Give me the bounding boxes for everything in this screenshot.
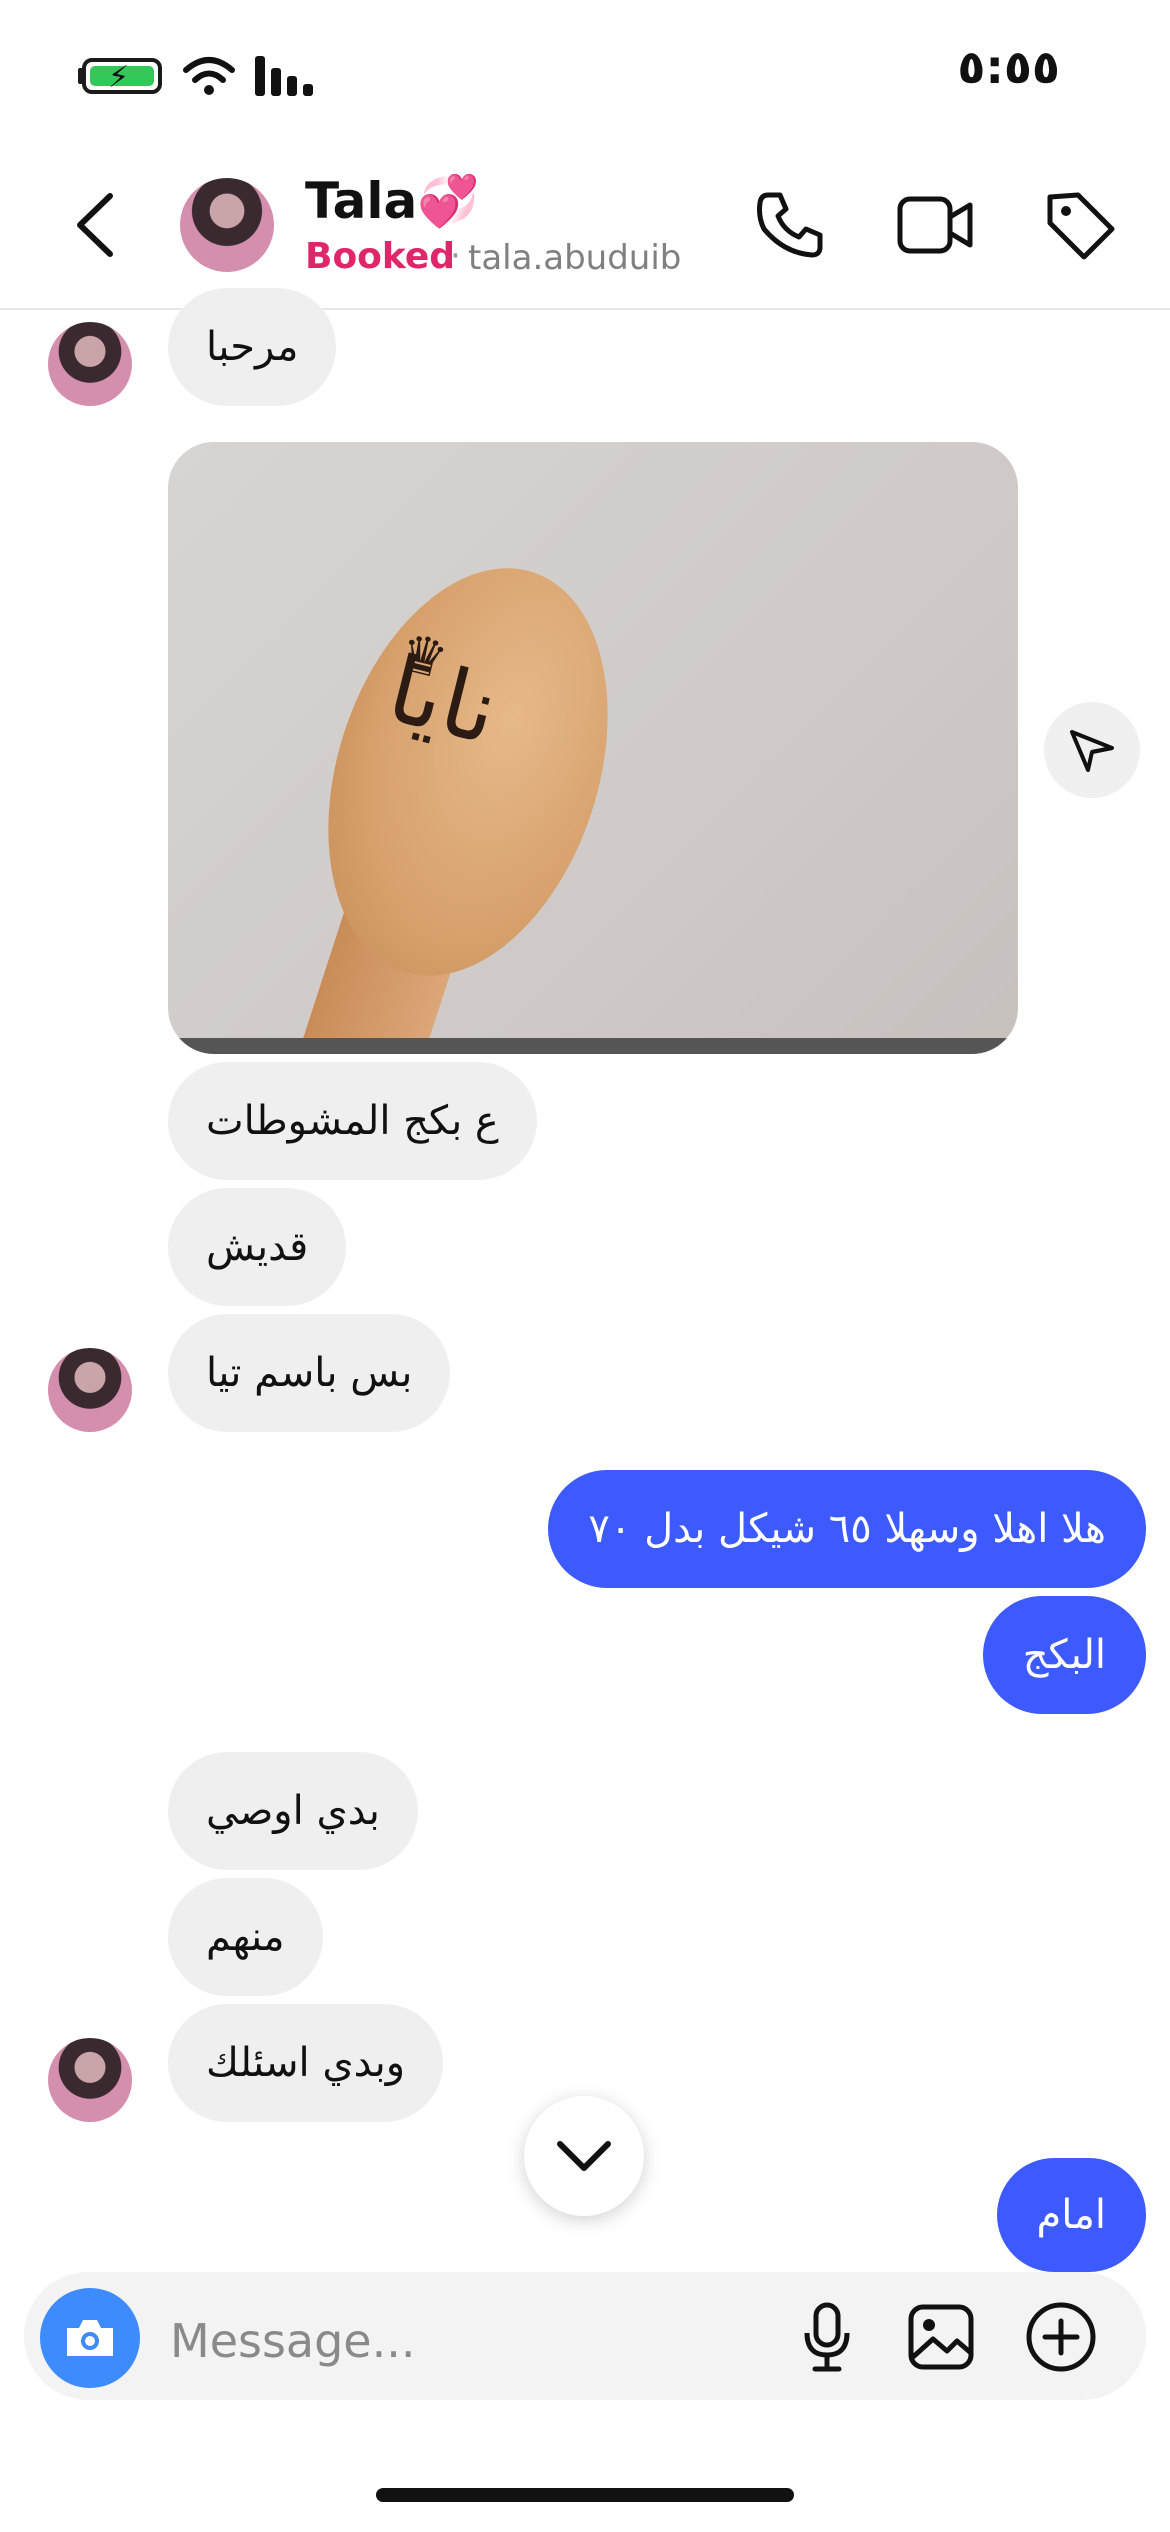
message-bubble-outgoing[interactable]: هلا اهلا وسهلا ٦٥ شيكل بدل ٧٠ bbox=[548, 1470, 1146, 1588]
booked-label: Booked bbox=[305, 236, 456, 277]
plus-circle-icon bbox=[1026, 2302, 1096, 2372]
sender-avatar[interactable] bbox=[48, 322, 132, 406]
phone-icon bbox=[757, 192, 823, 258]
message-input[interactable] bbox=[168, 2300, 772, 2382]
status-time: ٥:٥٥ bbox=[957, 40, 1060, 94]
message-bubble-outgoing[interactable]: البكج bbox=[982, 1596, 1146, 1714]
gallery-button[interactable] bbox=[896, 2292, 986, 2382]
status-bar: ⚡ ٥:٥٥ bbox=[0, 0, 1170, 150]
microphone-icon bbox=[804, 2302, 850, 2372]
battery-charging-icon: ⚡ bbox=[82, 58, 162, 95]
message-bubble-incoming[interactable]: قديش bbox=[168, 1188, 347, 1306]
contact-name[interactable]: Tala💞 bbox=[305, 172, 480, 231]
photo-bottom-bar bbox=[168, 1038, 1018, 1054]
tag-button[interactable] bbox=[1035, 180, 1125, 270]
message-bubble-incoming[interactable]: وبدي اسئلك bbox=[168, 2004, 444, 2122]
avatar[interactable] bbox=[180, 178, 274, 272]
video-call-button[interactable] bbox=[890, 180, 980, 270]
more-options-button[interactable] bbox=[1016, 2292, 1106, 2382]
back-chevron-icon bbox=[77, 193, 113, 257]
video-camera-icon bbox=[897, 196, 973, 254]
contact-username: tala.abuduib bbox=[468, 238, 682, 278]
message-bubble-outgoing[interactable]: امام bbox=[996, 2158, 1146, 2272]
paper-plane-icon bbox=[1070, 730, 1114, 772]
share-button[interactable] bbox=[1044, 702, 1140, 798]
photo-message[interactable]: ♛ نايا bbox=[168, 442, 1018, 1054]
scroll-to-bottom-button[interactable] bbox=[524, 2096, 644, 2216]
voice-message-button[interactable] bbox=[782, 2292, 872, 2382]
chevron-down-icon bbox=[557, 2141, 611, 2171]
message-bubble-incoming[interactable]: بس باسم تيا bbox=[168, 1314, 451, 1432]
gallery-icon bbox=[908, 2304, 974, 2370]
home-indicator bbox=[376, 2488, 794, 2502]
sender-avatar[interactable] bbox=[48, 2038, 132, 2122]
message-bubble-incoming[interactable]: بدي اوصي bbox=[168, 1752, 418, 1870]
call-button[interactable] bbox=[745, 180, 835, 270]
chat-header bbox=[0, 160, 1170, 310]
camera-icon bbox=[67, 2320, 113, 2356]
signal-icon bbox=[255, 56, 313, 96]
back-button[interactable] bbox=[50, 180, 140, 270]
message-bubble-incoming[interactable]: مرحبا bbox=[168, 288, 337, 406]
wifi-icon bbox=[183, 57, 235, 95]
camera-button[interactable] bbox=[40, 2288, 140, 2388]
sender-avatar[interactable] bbox=[48, 1348, 132, 1432]
message-bubble-incoming[interactable]: ع بكج المشوطات bbox=[168, 1062, 537, 1180]
separator-dot: · bbox=[450, 236, 461, 276]
message-bubble-incoming[interactable]: منهم bbox=[168, 1878, 323, 1996]
tag-icon bbox=[1047, 192, 1115, 260]
